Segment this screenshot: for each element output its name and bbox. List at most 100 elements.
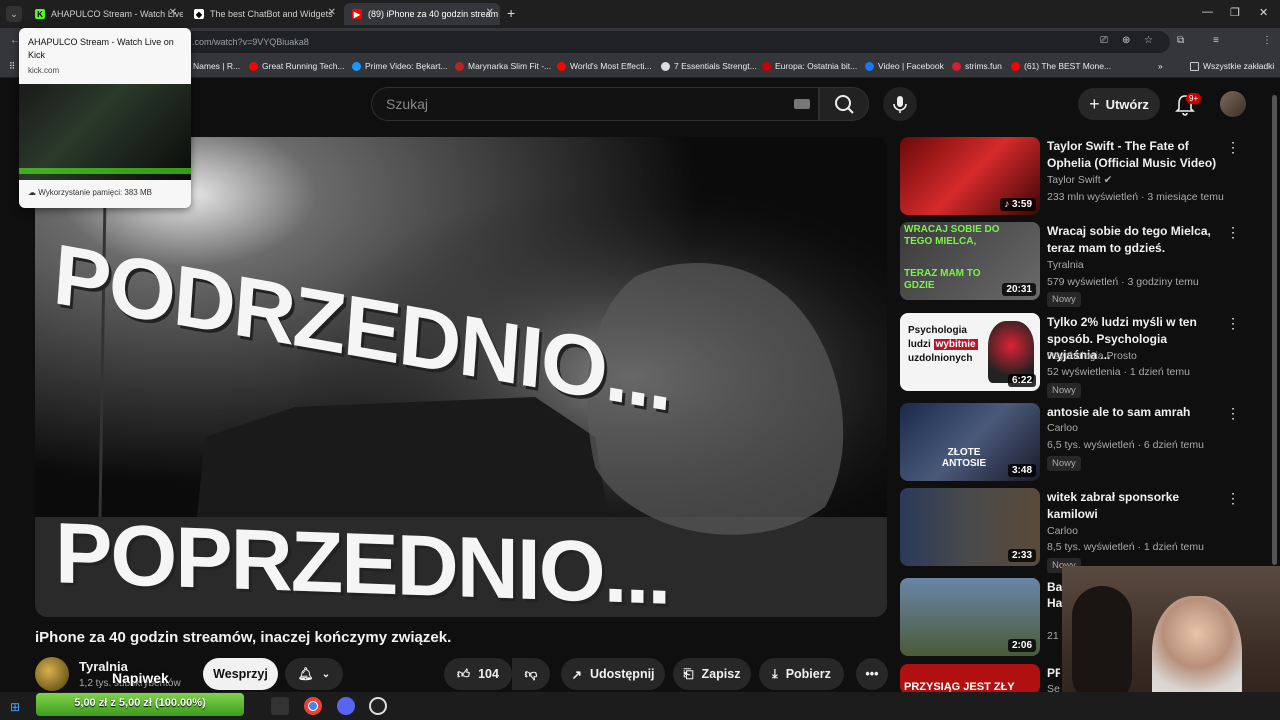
subscribe-bell-button[interactable]: 🔔︎ ⌄ [285,658,343,690]
search-button[interactable] [819,87,869,121]
create-button[interactable]: + Utwórz [1078,88,1160,120]
windows-start-icon[interactable]: ⊞ [10,700,20,714]
rec-meta: 52 wyświetlenia · 1 dzień temu [1047,366,1190,378]
address-bar-row: ← .com/watch?v=9VYQBiuaka8 ⎚ ⊕ ☆ ⧉ ≡ ⋮ [0,28,1280,76]
new-tab-icon[interactable]: + [507,5,515,21]
video-thumbnail[interactable]: PRZYSIĄG JEST ZŁY [900,664,1040,694]
more-vertical-icon[interactable]: ⋮ [1226,315,1240,332]
new-badge: Nowy [1047,456,1081,471]
rec-title: witek zabrał sponsorke kamilowi [1047,490,1180,521]
rec-meta: 579 wyświetleń · 3 godziny temu [1047,276,1199,288]
donation-goal-text: 5,00 zł z 5,00 zł (100.00%) [74,697,206,709]
rec-channel: Carloo [1047,525,1078,537]
more-horizontal-icon: ••• [865,667,879,681]
bookmark-star-icon[interactable]: ☆ [1144,35,1153,46]
recommendation-item[interactable]: ♪ 3:59 Taylor Swift - The Fate of Opheli… [900,137,1245,219]
bookmark-item[interactable]: Names | R... [193,61,240,71]
thumb-text-top: WRACAJ SOBIE DO TEGO MIELCA, [904,224,1000,247]
all-bookmarks-button[interactable]: Wszystkie zakładki [1190,61,1274,71]
restore-icon[interactable]: ❐ [1230,6,1240,19]
verified-icon: ✔ [1103,174,1113,186]
bookmark-item[interactable]: 7 Essentials Strengt... [661,61,757,71]
close-window-icon[interactable]: ✕ [1259,6,1268,19]
bookmark-item[interactable]: World's Most Effecti... [557,61,652,71]
obs-icon[interactable] [369,697,387,715]
tab-kick[interactable]: K AHAPULCO Stream - Watch Live ✕ [27,3,183,25]
terminal-icon[interactable] [271,697,289,715]
minimize-icon[interactable]: — [1202,6,1213,18]
recommendation-item[interactable]: ZŁOTE ANTOSIE 3:48 antosie ale to sam am… [900,403,1245,485]
tab-search-icon[interactable]: ⌄ [6,6,22,22]
bookmark-item[interactable]: Europa: Ostatnia bit... [762,61,857,71]
bookmark-item[interactable]: (61) The BEST Mone... [1011,61,1111,71]
close-icon[interactable]: ✕ [486,7,494,18]
bookmarks-overflow-icon[interactable]: » [1158,61,1163,71]
thumb-text: ZŁOTE ANTOSIE [941,447,987,469]
voice-search-button[interactable] [883,87,917,121]
duration-badge: 3:48 [1007,464,1036,477]
thumb-line-2: ludzi wybitnie [908,339,978,350]
bell-icon: 🔔︎ [297,666,314,681]
recommendation-item[interactable]: Psychologia ludzi wybitnie uzdolnionych … [900,313,1245,398]
bookmark-item[interactable]: strims.fun [952,61,1002,71]
close-icon[interactable]: ✕ [328,7,336,18]
video-thumbnail[interactable]: 2:06 [900,578,1040,656]
more-vertical-icon[interactable]: ⋮ [1226,490,1240,507]
zoom-icon[interactable]: ⊕ [1122,35,1130,46]
search-input[interactable]: Szukaj [371,87,819,121]
install-app-icon[interactable]: ⎚ [1100,35,1108,46]
rec-meta: 233 mln wyświetleń · 3 miesiące temu [1047,191,1224,203]
tab-youtube[interactable]: ▶ (89) iPhone za 40 godzin stream ✕ [344,3,500,25]
duration-badge: 20:31 [1002,283,1036,296]
video-thumbnail[interactable]: ♪ 3:59 [900,137,1040,215]
recommendation-item[interactable]: PRZYSIĄG JEST ZŁY PR Sel [900,664,1060,694]
discord-icon[interactable] [337,697,355,715]
keyboard-icon[interactable] [794,99,810,109]
tab-hover-card: AHAPULCO Stream - Watch Live on Kick kic… [19,28,191,208]
video-thumbnail[interactable]: Psychologia ludzi wybitnie uzdolnionych … [900,313,1040,391]
media-icon[interactable]: ≡ [1213,35,1219,46]
tab-card-memory: ☁ Wykorzystanie pamięci: 383 MB [28,188,152,197]
share-button[interactable]: ↗ Udostępnij [561,658,665,690]
chrome-icon[interactable] [304,697,322,715]
more-vertical-icon[interactable]: ⋮ [1226,405,1240,422]
channel-avatar[interactable] [35,657,69,691]
chevron-down-icon: ⌄ [321,668,331,680]
rec-meta: 8,5 tys. wyświetleń · 1 dzień temu [1047,541,1204,553]
extensions-icon[interactable]: ⧉ [1177,35,1184,46]
save-button[interactable]: ⎗ Zapisz [673,658,751,690]
close-icon[interactable]: ✕ [169,7,177,18]
video-player[interactable]: PODRZEDNIO... POPRZEDNIO... [35,137,887,617]
url-text: .com/watch?v=9VYQBiuaka8 [192,37,309,47]
more-vertical-icon[interactable]: ⋮ [1226,139,1240,156]
more-actions-button[interactable]: ••• [856,658,888,690]
tab-card-preview [19,84,191,180]
video-thumbnail[interactable]: WRACAJ SOBIE DO TEGO MIELCA, TERAZ MAM T… [900,222,1040,300]
more-vertical-icon[interactable]: ⋮ [1226,224,1240,241]
recommendation-item[interactable]: 2:06 Ba Ha 21 [900,578,1062,660]
menu-kebab-icon[interactable]: ⋮ [1262,35,1272,46]
bookmark-item[interactable]: Great Running Tech... [249,61,345,71]
url-input[interactable]: .com/watch?v=9VYQBiuaka8 [130,31,1170,53]
support-button[interactable]: Wesprzyj [203,658,278,690]
video-thumbnail[interactable]: 2:33 [900,488,1040,566]
recommendation-item[interactable]: 2:33 witek zabrał sponsorke kamilowi Car… [900,488,1245,573]
memory-icon: ☁ [28,188,39,197]
bookmark-item[interactable]: Prime Video: Bękart... [352,61,448,71]
bookmark-item[interactable]: Marynarka Slim Fit -... [455,61,551,71]
browser-tab-strip: ⌄ K AHAPULCO Stream - Watch Live ✕ ◆ The… [0,0,1280,28]
bookmark-item[interactable]: Video | Facebook [865,61,944,71]
apps-icon[interactable]: ⠿ [9,61,15,72]
recommendation-item[interactable]: WRACAJ SOBIE DO TEGO MIELCA, TERAZ MAM T… [900,222,1245,307]
duration-badge: 2:06 [1007,639,1036,652]
download-icon: ⤓ [772,666,778,681]
share-icon: ↗ [571,667,582,682]
like-button[interactable]: 👍︎ 104 [444,658,512,690]
page-scrollbar[interactable] [1272,95,1277,565]
video-thumbnail[interactable]: ZŁOTE ANTOSIE 3:48 [900,403,1040,481]
download-button[interactable]: ⤓ Pobierz [759,658,844,690]
bookmarks-bar: ⠿ Names | R... Great Running Tech... Pri… [0,56,1280,78]
tab-streamelements[interactable]: ◆ The best ChatBot and Widgets ✕ [186,3,342,25]
user-avatar[interactable] [1220,91,1246,117]
dislike-button[interactable]: 👎︎ [512,658,550,690]
